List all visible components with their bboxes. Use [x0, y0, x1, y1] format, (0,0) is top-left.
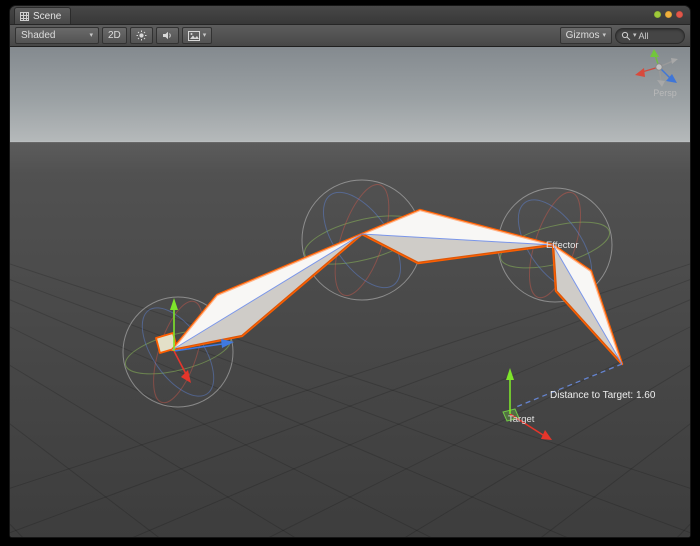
projection-label[interactable]: Persp: [653, 88, 677, 98]
gizmo-center-cube[interactable]: [656, 64, 662, 70]
search-filter-arrow-icon: ▾: [633, 32, 637, 39]
skybox: [10, 47, 690, 143]
toggle-2d-button[interactable]: 2D: [102, 27, 127, 44]
scene-viewport[interactable]: Effector Target Distance to Target: 1.60…: [10, 47, 690, 537]
speaker-icon: [162, 30, 173, 41]
window-zoom-button[interactable]: [654, 11, 661, 18]
scene-tab-icon: [20, 12, 29, 21]
target-label: Target: [508, 414, 535, 425]
dropdown-arrow-icon: ▾: [602, 32, 606, 39]
titlebar: Scene: [10, 6, 690, 25]
sun-icon: [136, 30, 147, 41]
toggle-2d-label: 2D: [108, 30, 121, 41]
scene-lighting-toggle[interactable]: [130, 27, 153, 44]
search-icon: [621, 31, 631, 41]
dropdown-arrow-icon: ▾: [89, 32, 93, 39]
search-filter-value: All: [639, 31, 649, 41]
scene-tab[interactable]: Scene: [14, 7, 71, 24]
scene-toolbar: Shaded ▾ 2D: [10, 25, 690, 47]
scene-search-field[interactable]: ▾ All: [615, 28, 685, 44]
shading-mode-label: Shaded: [21, 30, 55, 41]
scene-canvas[interactable]: Effector Target Distance to Target: 1.60…: [10, 47, 690, 537]
effector-label: Effector: [546, 240, 579, 251]
window-controls: [654, 11, 683, 18]
gizmos-dropdown[interactable]: Gizmos ▾: [560, 27, 612, 44]
gizmos-label: Gizmos: [566, 30, 600, 41]
scene-audio-toggle[interactable]: [156, 27, 179, 44]
window-close-button[interactable]: [676, 11, 683, 18]
scene-window: Scene Shaded ▾ 2D: [10, 6, 690, 537]
dropdown-arrow-icon: ▾: [203, 32, 207, 39]
shading-mode-dropdown[interactable]: Shaded ▾: [15, 27, 99, 44]
scene-effects-dropdown[interactable]: ▾: [182, 27, 213, 44]
image-effects-icon: [188, 31, 200, 41]
ground-plane: [10, 142, 690, 537]
scene-tab-label: Scene: [33, 11, 61, 22]
distance-to-target-label: Distance to Target: 1.60: [550, 390, 656, 401]
window-minimize-button[interactable]: [665, 11, 672, 18]
